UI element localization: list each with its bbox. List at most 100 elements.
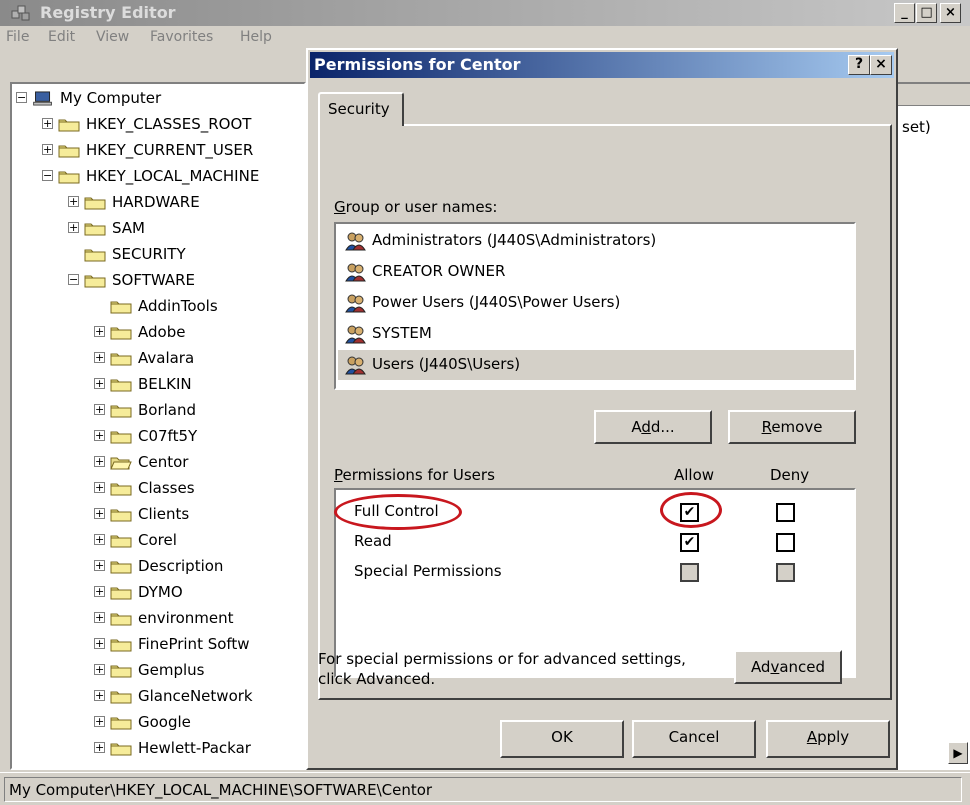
tree-item[interactable]: − My Computer <box>12 86 304 112</box>
tree-item[interactable]: + Avalara <box>12 346 304 372</box>
expand-icon[interactable]: + <box>94 508 105 519</box>
tree-item-label: Classes <box>138 479 195 497</box>
expand-icon[interactable]: + <box>94 404 105 415</box>
collapse-icon[interactable]: − <box>16 92 27 103</box>
expand-icon[interactable]: + <box>94 612 105 623</box>
tree-item[interactable]: + DYMO <box>12 580 304 606</box>
help-button[interactable]: ? <box>848 55 870 75</box>
values-pane[interactable]: set) <box>890 82 970 770</box>
ok-button[interactable]: OK <box>500 720 624 758</box>
expand-icon[interactable]: + <box>94 638 105 649</box>
collapse-icon[interactable]: − <box>42 170 53 181</box>
tree-item[interactable]: + Corel <box>12 528 304 554</box>
allow-checkbox[interactable]: ✔ <box>680 533 699 552</box>
expand-icon[interactable]: + <box>94 326 105 337</box>
tree-item[interactable]: SECURITY <box>12 242 304 268</box>
user-group-icon <box>345 325 366 344</box>
tree-item-label: My Computer <box>60 89 162 107</box>
cancel-button[interactable]: Cancel <box>632 720 756 758</box>
tree-item[interactable]: + environment <box>12 606 304 632</box>
menu-help[interactable]: Help <box>240 29 272 45</box>
tree-item[interactable]: AddinTools <box>12 294 304 320</box>
expand-icon[interactable]: + <box>94 456 105 467</box>
advanced-button[interactable]: Advanced <box>734 650 842 684</box>
menu-file[interactable]: File <box>6 29 29 45</box>
registry-tree[interactable]: − My Computer + HKEY_CLASSES_ROOT + HKEY_CURR… <box>10 82 306 770</box>
tree-item[interactable]: + Gemplus <box>12 658 304 684</box>
folder-icon <box>58 119 80 132</box>
expand-icon[interactable]: + <box>94 378 105 389</box>
expand-icon[interactable]: + <box>94 690 105 701</box>
dialog-titlebar[interactable]: Permissions for Centor ? × <box>310 52 894 78</box>
tree-item[interactable]: + Centor <box>12 450 304 476</box>
tree-item[interactable]: + GlanceNetwork <box>12 684 304 710</box>
deny-checkbox[interactable] <box>776 503 795 522</box>
expand-icon[interactable]: + <box>68 222 79 233</box>
expand-icon[interactable]: + <box>42 118 53 129</box>
tree-item[interactable]: − HKEY_LOCAL_MACHINE <box>12 164 304 190</box>
expand-icon[interactable]: + <box>94 430 105 441</box>
tab-security[interactable]: Security <box>318 92 404 126</box>
user-name: SYSTEM <box>372 324 432 342</box>
tree-item[interactable]: + C07ft5Y <box>12 424 304 450</box>
tree-item[interactable]: + Google <box>12 710 304 736</box>
tree-item-label: Clients <box>138 505 190 523</box>
expand-icon[interactable]: + <box>94 534 105 545</box>
registry-editor-icon <box>11 5 30 21</box>
tree-item[interactable]: + Classes <box>12 476 304 502</box>
expand-icon[interactable]: + <box>94 716 105 727</box>
values-column-header[interactable] <box>890 84 970 106</box>
menu-favorites[interactable]: Favorites <box>150 29 213 45</box>
tree-item[interactable]: + Hewlett-Packar <box>12 736 304 762</box>
folder-icon <box>110 561 132 574</box>
tree-item[interactable]: + HARDWARE <box>12 190 304 216</box>
tree-item-label: HKEY_CLASSES_ROOT <box>86 115 252 133</box>
tree-item-label: DYMO <box>138 583 183 601</box>
collapse-icon[interactable]: − <box>68 274 79 285</box>
user-list-item[interactable]: SYSTEM <box>338 319 854 349</box>
folder-icon <box>110 301 132 314</box>
expand-icon[interactable]: + <box>94 586 105 597</box>
minimize-button[interactable]: _ <box>894 3 915 23</box>
expand-icon[interactable]: + <box>94 482 105 493</box>
tree-item[interactable]: + HKEY_CURRENT_USER <box>12 138 304 164</box>
remove-button[interactable]: Remove <box>728 410 856 444</box>
user-list-item[interactable]: Administrators (J440S\Administrators) <box>338 226 854 256</box>
deny-checkbox[interactable] <box>776 533 795 552</box>
tree-item[interactable]: + Adobe <box>12 320 304 346</box>
expand-icon[interactable]: + <box>94 664 105 675</box>
tree-item[interactable]: + HKEY_CLASSES_ROOT <box>12 112 304 138</box>
add-button[interactable]: Add... <box>594 410 712 444</box>
user-list-item[interactable]: Power Users (J440S\Power Users) <box>338 288 854 318</box>
tree-item-label: C07ft5Y <box>138 427 198 445</box>
expand-icon[interactable]: + <box>42 144 53 155</box>
advanced-note-line1: For special permissions or for advanced … <box>318 650 686 668</box>
expand-icon[interactable]: + <box>94 352 105 363</box>
tree-item[interactable]: + Borland <box>12 398 304 424</box>
user-list-item[interactable]: CREATOR OWNER <box>338 257 854 287</box>
tree-item-label: Borland <box>138 401 197 419</box>
close-button[interactable]: × <box>940 3 961 23</box>
folder-icon <box>110 405 132 418</box>
tree-item-label: Centor <box>138 453 189 471</box>
user-list[interactable]: Administrators (J440S\Administrators) CRE… <box>334 222 856 390</box>
folder-icon <box>110 353 132 366</box>
tree-item[interactable]: + FinePrint Softw <box>12 632 304 658</box>
tree-item[interactable]: + Description <box>12 554 304 580</box>
expand-icon[interactable]: + <box>68 196 79 207</box>
maximize-button[interactable]: □ <box>916 3 937 23</box>
apply-button[interactable]: Apply <box>766 720 890 758</box>
registry-title: Registry Editor <box>40 3 176 22</box>
tree-item[interactable]: − SOFTWARE <box>12 268 304 294</box>
menu-view[interactable]: View <box>96 29 129 45</box>
registry-titlebar[interactable]: Registry Editor _ □ × <box>0 0 970 26</box>
tree-item[interactable]: + SAM <box>12 216 304 242</box>
tree-item[interactable]: + Clients <box>12 502 304 528</box>
expand-icon[interactable]: + <box>94 742 105 753</box>
menu-edit[interactable]: Edit <box>48 29 75 45</box>
dialog-close-button[interactable]: × <box>870 55 892 75</box>
expand-icon[interactable]: + <box>94 560 105 571</box>
user-list-item[interactable]: Users (J440S\Users) <box>338 350 854 380</box>
scroll-right-arrow[interactable]: ▶ <box>948 742 968 764</box>
tree-item[interactable]: + BELKIN <box>12 372 304 398</box>
